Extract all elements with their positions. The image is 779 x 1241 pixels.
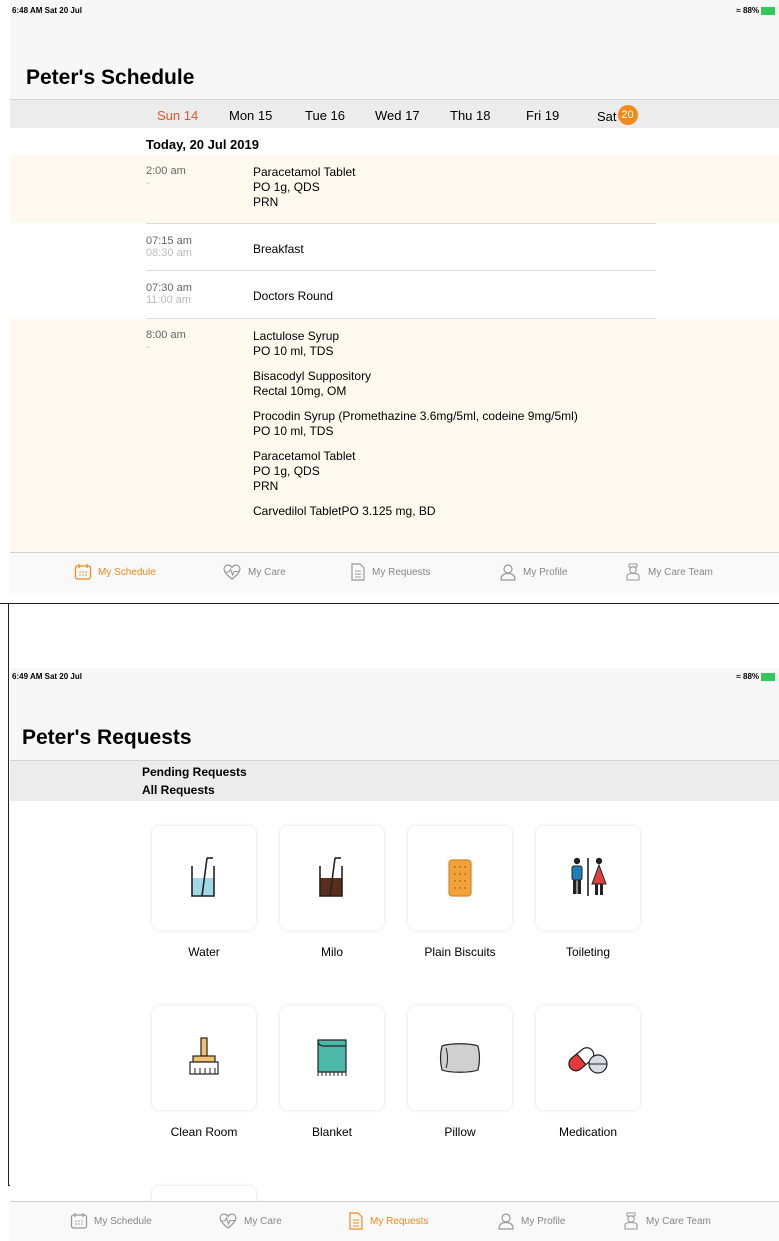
request-card-pillow[interactable] [408, 1006, 512, 1110]
status-bar: 6:49 AM Sat 20 Jul ≈ 88% [10, 670, 779, 686]
entry-details: Lactulose Syrup PO 10 ml, TDS Bisacodyl … [253, 329, 578, 518]
entry-details: Breakfast [253, 242, 304, 256]
wifi-battery-text: ≈ 88% [736, 6, 759, 15]
heart-pulse-icon [219, 1213, 237, 1229]
entry-details: Doctors Round [253, 289, 334, 303]
request-label-pillow: Pillow [444, 1125, 476, 1139]
calendar-icon [70, 1213, 88, 1229]
tab-my-care[interactable]: My Care [222, 563, 286, 581]
blanket-icon [317, 1039, 347, 1076]
entry-details: Paracetamol Tablet PO 1g, QDS PRN [253, 165, 356, 209]
toilet-sign-icon [571, 857, 607, 896]
schedule-list: Today, 20 Jul 2019 2:00 am - Paracetamol… [10, 128, 779, 552]
request-label-biscuits: Plain Biscuits [424, 945, 496, 959]
status-bar: 6:48 AM Sat 20 Jul ≈ 88% [10, 4, 779, 20]
tab-my-schedule[interactable]: My Schedule [70, 1212, 152, 1230]
divider [0, 603, 779, 604]
day-sun[interactable]: Sun 14 [157, 108, 198, 123]
request-label-blanket: Blanket [311, 1125, 353, 1139]
request-label-water: Water [188, 945, 220, 959]
broom-icon [189, 1037, 219, 1075]
pill-icon [568, 1047, 608, 1074]
calendar-icon [74, 564, 92, 580]
request-grid: Water Milo Plain Biscuits Toileting Clea… [10, 801, 779, 1201]
requests-screen: 6:49 AM Sat 20 Jul ≈ 88% Peter's Request… [10, 668, 779, 1241]
biscuit-icon [448, 859, 472, 897]
page-title: Peter's Schedule [26, 66, 195, 89]
tab-my-care-team[interactable]: My Care Team [622, 1212, 711, 1230]
request-card-clean-room[interactable] [152, 1006, 256, 1110]
day-thu[interactable]: Thu 18 [450, 108, 490, 123]
date-header: Today, 20 Jul 2019 [146, 137, 259, 152]
schedule-entry[interactable]: 2:00 am - Paracetamol Tablet PO 1g, QDS … [10, 155, 779, 223]
request-card-biscuits[interactable] [408, 826, 512, 930]
heart-pulse-icon [223, 564, 241, 580]
day-sat[interactable]: Sat 20 [597, 105, 638, 125]
filter-pending[interactable]: Pending Requests [142, 765, 247, 779]
doctor-icon [626, 563, 640, 581]
frame-left-border [8, 603, 9, 1185]
tab-my-care[interactable]: My Care [218, 1212, 282, 1230]
battery-icon [761, 6, 775, 15]
day-mon[interactable]: Mon 15 [229, 108, 272, 123]
day-fri[interactable]: Fri 19 [526, 108, 559, 123]
milo-glass-icon [319, 857, 343, 897]
document-icon [349, 1212, 363, 1230]
day-tue[interactable]: Tue 16 [305, 108, 345, 123]
status-battery: ≈ 88% [736, 672, 775, 681]
tab-my-requests[interactable]: My Requests [350, 563, 430, 581]
entry-end: - [146, 177, 150, 189]
tab-my-profile[interactable]: My Profile [499, 563, 567, 581]
status-battery: ≈ 88% [736, 6, 775, 15]
person-icon [498, 1213, 514, 1230]
page-title: Peter's Requests [22, 726, 192, 749]
request-card-medication[interactable] [536, 1006, 640, 1110]
tab-my-requests[interactable]: My Requests [348, 1212, 428, 1230]
request-card-water[interactable] [152, 826, 256, 930]
schedule-entry[interactable]: 07:30 am 11:00 am Doctors Round [10, 271, 779, 317]
request-filters: Pending Requests All Requests [10, 760, 779, 802]
schedule-entry[interactable]: 07:15 am 08:30 am Breakfast [10, 224, 779, 270]
entry-time: 07:15 am [146, 235, 192, 247]
request-card-blanket[interactable] [280, 1006, 384, 1110]
filter-all[interactable]: All Requests [142, 783, 215, 797]
tab-my-schedule[interactable]: My Schedule [74, 563, 156, 581]
pillow-icon [439, 1043, 481, 1073]
water-glass-icon [191, 857, 215, 897]
entry-time: 2:00 am [146, 165, 186, 177]
battery-icon [761, 672, 775, 681]
entry-end: 11:00 am [146, 294, 192, 306]
request-label-toileting: Toileting [565, 945, 611, 959]
schedule-entry[interactable]: 8:00 am - Lactulose Syrup PO 10 ml, TDS … [10, 319, 779, 552]
request-card-partial[interactable] [152, 1186, 256, 1201]
status-time: 6:49 AM Sat 20 Jul [12, 672, 82, 681]
person-icon [500, 564, 516, 581]
request-label-milo: Milo [320, 945, 343, 959]
entry-time: 8:00 am [146, 329, 186, 341]
tab-my-profile[interactable]: My Profile [497, 1212, 565, 1230]
entry-time: 07:30 am [146, 282, 192, 294]
tab-bar: My Schedule My Care My Requests My Profi… [10, 552, 779, 593]
request-card-toileting[interactable] [536, 826, 640, 930]
day-wed[interactable]: Wed 17 [375, 108, 420, 123]
schedule-screen: 6:48 AM Sat 20 Jul ≈ 88% Peter's Schedul… [10, 0, 779, 593]
entry-end: 08:30 am [146, 247, 192, 259]
request-label-medication: Medication [558, 1125, 618, 1139]
entry-end: - [146, 341, 150, 353]
day-selector: Sun 14 Mon 15 Tue 16 Wed 17 Thu 18 Fri 1… [10, 99, 779, 129]
tab-my-care-team[interactable]: My Care Team [624, 563, 713, 581]
request-card-milo[interactable] [280, 826, 384, 930]
today-badge: 20 [617, 105, 638, 125]
request-label-clean-room: Clean Room [170, 1125, 238, 1139]
document-icon [351, 563, 365, 581]
doctor-icon [624, 1212, 638, 1230]
tab-bar: My Schedule My Care My Requests My Profi… [10, 1201, 779, 1241]
status-time: 6:48 AM Sat 20 Jul [12, 6, 82, 15]
wifi-battery-text: ≈ 88% [736, 672, 759, 681]
